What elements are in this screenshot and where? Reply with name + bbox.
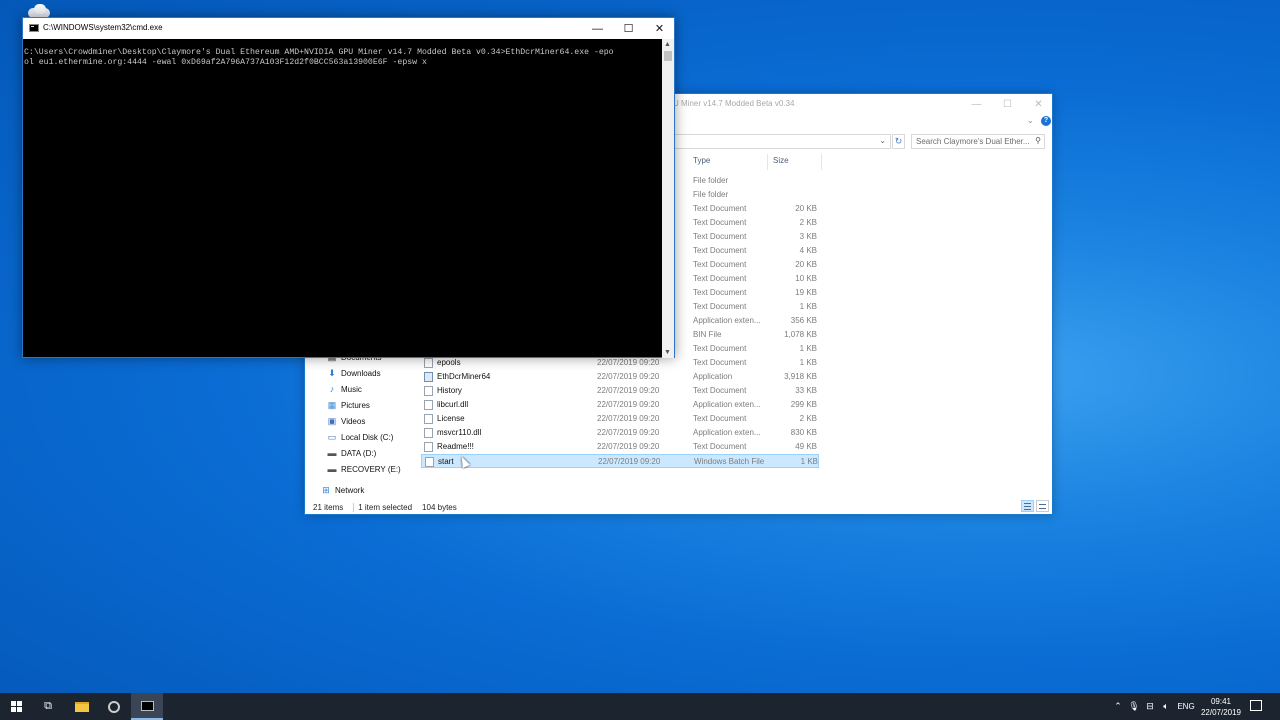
text-file-icon [424, 386, 433, 396]
explorer-close-button[interactable]: ✕ [1023, 94, 1054, 114]
list-item-selected[interactable]: start 22/07/2019 09:20 Windows Batch File 1… [421, 454, 819, 468]
nav-item-recovery-drive[interactable]: ▬ RECOVERY (E:) [327, 462, 401, 476]
nav-item-network[interactable]: ⊞ Network [321, 483, 364, 497]
action-center-icon[interactable] [1250, 700, 1262, 711]
search-icon: ⚲ [1035, 136, 1041, 145]
network-tray-icon[interactable]: ⊟ [1144, 693, 1156, 720]
large-icons-view-button[interactable] [1036, 500, 1049, 512]
application-icon [424, 372, 433, 382]
videos-icon: ▣ [327, 416, 337, 426]
scroll-down-icon[interactable]: ▼ [664, 349, 671, 356]
selection-count: 1 item selected [358, 503, 413, 512]
item-count: 21 items [313, 503, 344, 512]
nav-item-local-disk[interactable]: ▭ Local Disk (C:) [327, 430, 394, 444]
cmd-minimize-button[interactable]: — [582, 18, 613, 39]
explorer-maximize-button[interactable]: ☐ [992, 94, 1023, 114]
column-divider[interactable] [821, 154, 822, 170]
start-button[interactable] [0, 693, 32, 720]
details-view-button[interactable] [1021, 500, 1034, 512]
music-icon: ♪ [329, 384, 335, 394]
list-item[interactable]: EthDcrMiner64 22/07/2019 09:20 Application… [421, 370, 819, 384]
search-placeholder: Search Claymore's Dual Ether... [916, 137, 1030, 146]
help-icon[interactable]: ? [1041, 116, 1051, 126]
clock[interactable]: 09:41 22/07/2019 [1198, 696, 1244, 718]
scroll-thumb[interactable] [664, 51, 672, 61]
nav-item-music[interactable]: ♪ Music [327, 382, 362, 396]
network-icon: ⊞ [322, 485, 330, 495]
text-file-icon [424, 442, 433, 452]
list-item[interactable]: License 22/07/2019 09:20 Text Document 2 KB [421, 412, 819, 426]
list-item[interactable]: msvcr110.dll 22/07/2019 09:20 Application … [421, 426, 819, 440]
cmd-window: C:\WINDOWS\system32\cmd.exe — ☐ ✕ C:\Use… [22, 17, 675, 358]
nav-item-pictures[interactable]: ▦ Pictures [327, 398, 370, 412]
search-input[interactable]: Search Claymore's Dual Ether... ⚲ [911, 134, 1045, 149]
cmd-scrollbar[interactable]: ▲ ▼ [662, 39, 674, 358]
address-bar[interactable]: ⌄ [673, 134, 891, 149]
cmd-icon[interactable] [29, 24, 39, 32]
status-bar: 21 items 1 item selected 104 bytes [313, 503, 467, 513]
clock-date: 22/07/2019 [1200, 708, 1242, 717]
browser-icon [108, 700, 120, 713]
explorer-minimize-button[interactable]: — [961, 94, 992, 114]
text-file-icon [424, 358, 433, 368]
cmd-close-button[interactable]: ✕ [644, 18, 675, 39]
column-header-type[interactable]: Type [693, 156, 710, 165]
drive-icon: ▬ [327, 464, 337, 474]
column-divider[interactable] [767, 154, 768, 170]
windows-drive-icon: ▭ [327, 432, 337, 442]
task-view-icon: ⧉ [44, 700, 52, 712]
windows-logo-icon [10, 701, 22, 712]
taskbar: ⧉ ⌃ 🎙︎ ⊟ 🔈︎ ENG 09:41 22/07/2019 [0, 693, 1280, 720]
scroll-up-icon[interactable]: ▲ [664, 41, 671, 48]
taskbar-cmd[interactable] [131, 693, 163, 720]
dll-file-icon [424, 428, 433, 438]
taskbar-browser[interactable] [98, 693, 130, 720]
cmd-window-title: C:\WINDOWS\system32\cmd.exe [43, 23, 163, 32]
nav-item-videos[interactable]: ▣ Videos [327, 414, 366, 428]
pictures-icon: ▦ [327, 400, 337, 410]
show-hidden-icons-icon[interactable]: ⌃ [1112, 693, 1124, 720]
console-line: C:\Users\Crowdminer\Desktop\Claymore's D… [24, 48, 614, 57]
volume-icon[interactable]: 🔈︎ [1160, 693, 1172, 720]
explorer-window-title: U Miner v14.7 Modded Beta v0.34 [673, 99, 795, 108]
list-item[interactable]: History 22/07/2019 09:20 Text Document 33 K… [421, 384, 819, 398]
clock-time: 09:41 [1210, 697, 1232, 706]
downloads-icon: ⬇ [328, 368, 336, 378]
nav-item-downloads[interactable]: ⬇ Downloads [327, 366, 380, 380]
selection-size: 104 bytes [422, 503, 457, 512]
list-item[interactable]: libcurl.dll 22/07/2019 09:20 Application e… [421, 398, 819, 412]
address-dropdown-icon[interactable]: ⌄ [879, 136, 886, 145]
cmd-console-output[interactable]: C:\Users\Crowdminer\Desktop\Claymore's D… [23, 39, 663, 358]
language-indicator[interactable]: ENG [1176, 693, 1196, 720]
cmd-taskbar-icon [140, 700, 154, 711]
microphone-icon[interactable]: 🎙︎ [1128, 693, 1140, 720]
task-view-button[interactable]: ⧉ [32, 693, 64, 720]
text-file-icon [424, 414, 433, 424]
ribbon-expand-icon[interactable]: ⌄ [1027, 116, 1034, 125]
refresh-button[interactable]: ↻ [892, 134, 905, 149]
taskbar-file-explorer[interactable] [66, 693, 98, 720]
list-item[interactable]: Readme!!! 22/07/2019 09:20 Text Document 49… [421, 440, 819, 454]
list-item[interactable]: epools 22/07/2019 09:20 Text Document 1 KB [421, 356, 819, 370]
batch-file-icon [425, 457, 434, 467]
folder-icon [75, 701, 89, 712]
dll-file-icon [424, 400, 433, 410]
cmd-maximize-button[interactable]: ☐ [613, 18, 644, 39]
drive-icon: ▬ [327, 448, 337, 458]
column-header-size[interactable]: Size [773, 156, 789, 165]
cmd-titlebar[interactable]: C:\WINDOWS\system32\cmd.exe — ☐ ✕ [23, 18, 674, 39]
console-line: ol eu1.ethermine.org:4444 -ewal 0xD69af2… [24, 58, 427, 67]
nav-item-data-drive[interactable]: ▬ DATA (D:) [327, 446, 377, 460]
